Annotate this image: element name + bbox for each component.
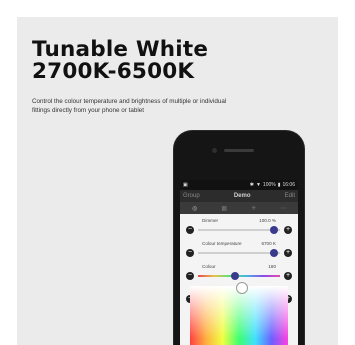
dimmer-slider-thumb[interactable] bbox=[270, 226, 279, 234]
promo-card: Tunable White 2700K-6500K Control the co… bbox=[17, 17, 338, 345]
speaker-grille bbox=[224, 149, 254, 152]
tab-lights-icon[interactable]: ◎ bbox=[186, 205, 204, 212]
phone-mockup: ▣ ✱ ▼ 100% ▮ 16:06 Group Demo Edit ◎ ▦ ✳… bbox=[174, 131, 304, 345]
colour-slider-thumb[interactable] bbox=[230, 272, 239, 280]
headline-line-1: Tunable White bbox=[32, 37, 209, 62]
colour-plus-button[interactable]: + bbox=[284, 272, 292, 280]
colour-temperature-plus-button[interactable]: + bbox=[284, 249, 292, 257]
group-button[interactable]: Group bbox=[183, 193, 200, 199]
description: Control the colour temperature and brigh… bbox=[32, 98, 227, 115]
headline: Tunable White 2700K-6500K bbox=[32, 39, 208, 83]
dimmer-label: Dimmer bbox=[202, 218, 219, 223]
dimmer-value: 100.0 % bbox=[259, 218, 276, 223]
colour-minus-button[interactable]: − bbox=[186, 272, 194, 280]
dimmer-minus-button[interactable]: − bbox=[186, 226, 194, 234]
colour-label: Colour bbox=[202, 264, 216, 269]
wifi-icon: ▼ bbox=[255, 182, 261, 188]
tab-effects-icon[interactable]: ✳ bbox=[245, 205, 263, 212]
colour-temperature-control: Colour temperature 6700 K − + bbox=[180, 239, 298, 262]
colour-picker-wheel[interactable] bbox=[190, 282, 288, 345]
colour-picker-thumb[interactable] bbox=[236, 282, 248, 294]
battery-percent: 100% bbox=[262, 182, 276, 188]
tab-scenes-icon[interactable]: ▦ bbox=[215, 205, 233, 212]
colour-temperature-value: 6700 K bbox=[261, 241, 276, 246]
edit-button[interactable]: Edit bbox=[285, 193, 295, 199]
status-time: 16:06 bbox=[282, 182, 295, 188]
colour-slider[interactable] bbox=[198, 272, 280, 280]
colour-temperature-minus-button[interactable]: − bbox=[186, 249, 194, 257]
app-bar: Group Demo Edit bbox=[180, 190, 298, 202]
headline-line-2: 2700K-6500K bbox=[32, 59, 195, 84]
status-bar: ▣ ✱ ▼ 100% ▮ 16:06 bbox=[180, 180, 298, 190]
bluetooth-icon: ✱ bbox=[249, 182, 254, 188]
battery-icon: ▮ bbox=[277, 182, 281, 188]
tab-more-icon[interactable]: ⋯ bbox=[274, 205, 292, 212]
colour-temperature-slider[interactable] bbox=[198, 249, 280, 257]
camera-icon bbox=[212, 148, 217, 153]
colour-temperature-label: Colour temperature bbox=[202, 241, 242, 246]
tab-bar: ◎ ▦ ✳ ⋯ bbox=[180, 202, 298, 214]
app-screen: ▣ ✱ ▼ 100% ▮ 16:06 Group Demo Edit ◎ ▦ ✳… bbox=[180, 180, 298, 345]
colour-temperature-slider-thumb[interactable] bbox=[270, 249, 279, 257]
app-title: Demo bbox=[233, 193, 251, 199]
gallery-icon: ▣ bbox=[183, 182, 188, 188]
dimmer-control: Dimmer 100.0 % − + bbox=[180, 216, 298, 239]
dimmer-plus-button[interactable]: + bbox=[284, 226, 292, 234]
dimmer-slider[interactable] bbox=[198, 226, 280, 234]
colour-value: 180 bbox=[268, 264, 276, 269]
